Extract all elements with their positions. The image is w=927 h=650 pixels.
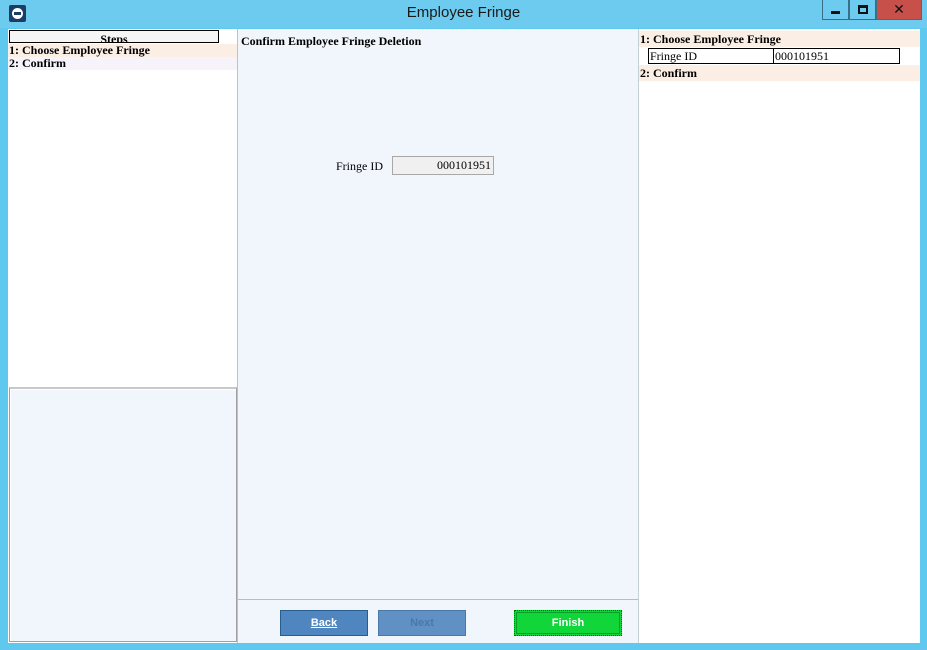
summary-fringe-id-value: 000101951: [773, 48, 900, 64]
maximize-icon: [857, 5, 868, 14]
summary-section-choose-employee-fringe: 1: Choose Employee Fringe: [639, 31, 920, 47]
minimize-icon: [831, 10, 840, 14]
next-button[interactable]: Next: [378, 610, 466, 636]
step-info-panel: [9, 387, 237, 642]
title-bar: Employee Fringe ✕: [0, 0, 927, 28]
fringe-id-field[interactable]: 000101951: [392, 156, 494, 175]
wizard-button-bar: Back Next Finish: [238, 599, 638, 643]
steps-header: Steps: [9, 30, 219, 43]
step-item-confirm[interactable]: 2: Confirm: [8, 57, 237, 70]
page-title: Confirm Employee Fringe Deletion: [241, 34, 422, 48]
close-button[interactable]: ✕: [876, 0, 922, 20]
summary-fringe-id-label: Fringe ID: [648, 48, 774, 64]
maximize-button[interactable]: [849, 0, 876, 20]
finish-button[interactable]: Finish: [514, 610, 622, 636]
main-pane: Confirm Employee Fringe Deletion Fringe …: [238, 29, 639, 643]
back-button[interactable]: Back: [280, 610, 368, 636]
summary-pane: 1: Choose Employee Fringe Fringe ID 0001…: [639, 29, 920, 643]
close-icon: ✕: [893, 1, 905, 18]
steps-pane: Steps 1: Choose Employee Fringe 2: Confi…: [8, 29, 238, 643]
summary-section-confirm: 2: Confirm: [639, 65, 920, 81]
minimize-button[interactable]: [822, 0, 849, 20]
fringe-id-label: Fringe ID: [336, 159, 383, 173]
window-title: Employee Fringe: [406, 4, 521, 21]
